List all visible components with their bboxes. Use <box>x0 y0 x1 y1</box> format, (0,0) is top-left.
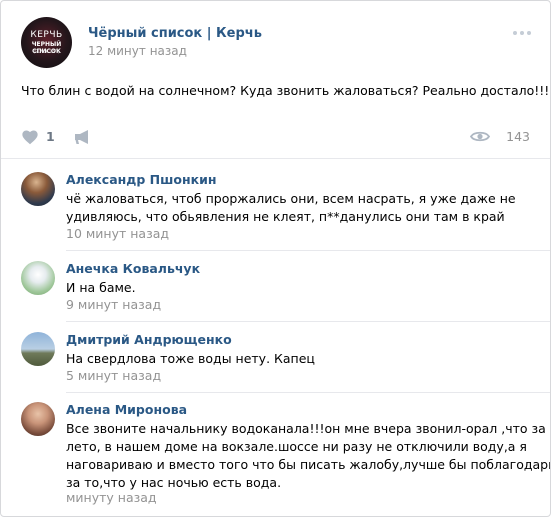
comment: Дмитрий Андрющенко На свердлова тоже вод… <box>21 332 530 384</box>
comment-avatar[interactable] <box>21 172 55 206</box>
comment-text-line: удивляюсь, что обьявления не клеят, п**д… <box>66 209 505 224</box>
comment-timestamp[interactable]: 9 минут назад <box>66 297 161 312</box>
comment-text-line: Все звоните начальнику водоканала!!!он м… <box>66 421 551 436</box>
megaphone-icon[interactable] <box>73 129 93 145</box>
views-counter: 143 <box>470 127 530 145</box>
group-avatar[interactable]: КЕРЧЬ ЧЕРНЫЙ СПИСОК (BLACK LIST) <box>21 17 72 68</box>
eye-icon <box>470 131 490 142</box>
post-actions: 1 143 <box>21 127 530 147</box>
views-count: 143 <box>506 129 530 144</box>
post-text: Что блин с водой на солнечном? Куда звон… <box>21 83 551 98</box>
comment-author[interactable]: Анечка Ковальчук <box>66 261 200 276</box>
comment-timestamp[interactable]: 10 минут назад <box>66 226 169 241</box>
comment-author[interactable]: Алена Миронова <box>66 402 187 417</box>
comment-text-line: На свердлова тоже воды нету. Капец <box>66 351 315 366</box>
comment-avatar[interactable] <box>21 332 55 366</box>
like-count: 1 <box>46 129 55 144</box>
comment: Александр Пшонкин чё жаловаться, чтоб пр… <box>21 172 530 242</box>
post-card: КЕРЧЬ ЧЕРНЫЙ СПИСОК (BLACK LIST) Чёрный … <box>0 0 551 517</box>
divider <box>66 392 550 393</box>
comment-text-line: наговариваю и вместо того что бы писать … <box>66 457 551 472</box>
post-header: КЕРЧЬ ЧЕРНЫЙ СПИСОК (BLACK LIST) Чёрный … <box>21 17 532 68</box>
divider <box>1 158 550 159</box>
divider <box>66 250 550 251</box>
comment-text: Все звоните начальнику водоканала!!!он м… <box>66 420 551 492</box>
comment-text: И на баме. <box>66 279 136 297</box>
comment-text-line: И на баме. <box>66 280 136 295</box>
comment-avatar[interactable] <box>21 261 55 295</box>
comment-text-line: чё жаловаться, чтоб проржались они, всем… <box>66 191 516 206</box>
comment-text: На свердлова тоже воды нету. Капец <box>66 350 315 368</box>
avatar-title: КЕРЧЬ <box>30 30 63 40</box>
avatar-caption: (BLACK LIST) <box>33 49 60 54</box>
post-timestamp[interactable]: 12 минут назад <box>88 44 187 58</box>
comment-avatar[interactable] <box>21 402 55 436</box>
comment-author[interactable]: Александр Пшонкин <box>66 172 217 187</box>
group-name-link[interactable]: Чёрный список | Керчь <box>88 26 262 41</box>
comment: Алена Миронова Все звоните начальнику во… <box>21 402 550 512</box>
heart-icon <box>22 130 38 145</box>
comment-author[interactable]: Дмитрий Андрющенко <box>66 332 232 347</box>
comment-timestamp[interactable]: минуту назад <box>66 490 157 505</box>
divider <box>66 321 550 322</box>
comment-text-line: лето, в нашем доме на вокзале.шоссе ни р… <box>66 439 527 454</box>
more-dots-icon[interactable] <box>512 28 532 38</box>
comment-text: чё жаловаться, чтоб проржались они, всем… <box>66 190 516 226</box>
comment-timestamp[interactable]: 5 минут назад <box>66 368 161 383</box>
comment: Анечка Ковальчук И на баме. 9 минут наза… <box>21 261 530 313</box>
